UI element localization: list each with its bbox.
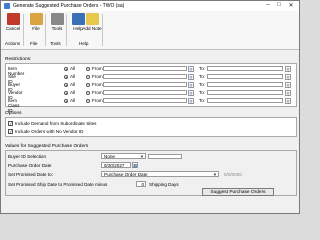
calendar-icon[interactable]: ▦ [132, 162, 138, 168]
set-promised-date-dropdown[interactable]: Purchase Order Date ▼ [101, 171, 219, 177]
po-date-label: Purchase Order Date [8, 163, 52, 168]
toolbar-separator [23, 14, 24, 46]
lookup-icon[interactable]: ⚲ [285, 97, 291, 104]
maximize-button[interactable]: □ [274, 2, 284, 8]
cancel-icon [6, 13, 20, 25]
add-note-icon [85, 13, 99, 25]
from-field[interactable] [103, 90, 187, 95]
ribbon-toolbar: Cancel File Tools Help Add Note Actions … [1, 11, 299, 50]
po-date-field[interactable]: 9/30/2027 [101, 162, 131, 168]
file-button[interactable]: File [25, 13, 47, 37]
tools-button[interactable]: Tools [46, 13, 68, 37]
all-label: All [70, 74, 76, 79]
group-label-actions: Actions [5, 41, 21, 46]
include-no-vendor-checkbox[interactable]: ✓ [8, 129, 13, 134]
to-label: To: [199, 74, 206, 79]
add-note-button[interactable]: Add Note [81, 13, 103, 37]
lookup-icon[interactable]: ⚲ [188, 65, 194, 72]
all-radio[interactable] [64, 99, 68, 103]
app-icon [4, 3, 10, 9]
toolbar-separator [45, 14, 46, 46]
set-promised-date-label: Set Promised Date to: [8, 172, 53, 177]
from-radio[interactable] [86, 83, 90, 87]
restrictions-panel: Item Number Site ID Buyer ID Vendor ID I… [5, 63, 297, 113]
from-field[interactable] [103, 74, 187, 79]
minimize-button[interactable]: – [263, 2, 273, 8]
values-panel: Buyer ID Selection None ▼ Purchase Order… [5, 150, 297, 196]
from-radio[interactable] [86, 67, 90, 71]
to-label: To: [199, 90, 206, 95]
values-heading: Values for Suggested Purchase Orders [5, 144, 89, 149]
from-field[interactable] [103, 98, 187, 103]
to-field[interactable] [207, 98, 283, 103]
buyer-id-field[interactable] [148, 153, 182, 159]
toolbar-separator [66, 14, 67, 46]
suggest-purchase-orders-button[interactable]: Suggest Purchase Orders [202, 188, 274, 196]
buyer-id-selection-dropdown[interactable]: None ▼ [101, 153, 146, 159]
all-label: All [70, 90, 76, 95]
all-label: All [70, 66, 76, 71]
file-icon [29, 13, 43, 25]
lookup-icon[interactable]: ⚲ [285, 81, 291, 88]
from-field[interactable] [103, 82, 187, 87]
group-label-tools: Tools [50, 41, 61, 46]
lookup-icon[interactable]: ⚲ [285, 89, 291, 96]
cancel-button[interactable]: Cancel [2, 13, 24, 37]
all-radio[interactable] [64, 75, 68, 79]
promised-ship-date-label: Set Promised Ship Date to Promised Date … [8, 182, 108, 187]
all-radio[interactable] [64, 91, 68, 95]
close-button[interactable]: ✕ [286, 2, 296, 9]
all-label: All [70, 98, 76, 103]
group-label-file: File [30, 41, 38, 46]
include-demand-subordinate-checkbox[interactable]: ✓ [8, 121, 13, 126]
from-radio[interactable] [86, 99, 90, 103]
shipping-days-field[interactable]: 0 [136, 181, 146, 187]
all-label: All [70, 82, 76, 87]
generate-suggested-po-window: Generate Suggested Purchase Orders - TWO… [0, 0, 300, 214]
from-radio[interactable] [86, 75, 90, 79]
all-radio[interactable] [64, 67, 68, 71]
to-label: To: [199, 98, 206, 103]
to-field[interactable] [207, 82, 283, 87]
lookup-icon[interactable]: ⚲ [188, 73, 194, 80]
shipping-days-label: Shipping Days [149, 182, 179, 187]
lookup-icon[interactable]: ⚲ [188, 89, 194, 96]
include-demand-subordinate-label: Include Demand from Subordinate Sites [15, 120, 97, 126]
promised-date-value: 0/0/0000 [224, 172, 242, 177]
all-radio[interactable] [64, 83, 68, 87]
toolbar-separator [102, 14, 103, 46]
tools-icon [50, 13, 64, 25]
window-title: Generate Suggested Purchase Orders - TWO… [13, 3, 125, 9]
to-label: To: [199, 66, 206, 71]
lookup-icon[interactable]: ⚲ [285, 73, 291, 80]
restrictions-heading: Restrictions: [5, 57, 32, 62]
to-label: To: [199, 82, 206, 87]
chevron-down-icon: ▼ [139, 154, 144, 159]
lookup-icon[interactable]: ⚲ [188, 97, 194, 104]
to-field[interactable] [207, 74, 283, 79]
from-field[interactable] [103, 66, 187, 71]
options-panel: ✓ Include Demand from Subordinate Sites … [5, 117, 297, 137]
from-radio[interactable] [86, 91, 90, 95]
lookup-icon[interactable]: ⚲ [188, 81, 194, 88]
chevron-down-icon: ▼ [212, 172, 217, 177]
lookup-icon[interactable]: ⚲ [285, 65, 291, 72]
include-no-vendor-label: Include Orders with No Vendor ID [15, 128, 84, 134]
to-field[interactable] [207, 66, 283, 71]
buyer-id-selection-label: Buyer ID Selection [8, 154, 47, 159]
to-field[interactable] [207, 90, 283, 95]
group-label-help: Help [79, 41, 89, 46]
options-heading: Options [5, 111, 22, 116]
